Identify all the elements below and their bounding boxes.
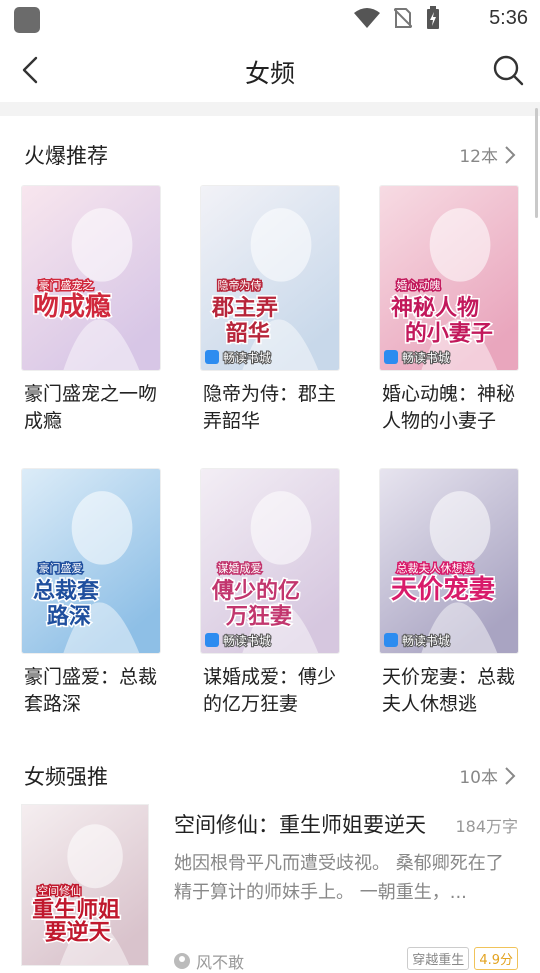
publisher-badge: 畅读书城 — [384, 350, 451, 366]
cover-art: 空间修仙重生师姐要逆天 — [22, 805, 148, 965]
more-count: 12本 — [459, 147, 498, 167]
publisher-badge: 畅读书城 — [205, 633, 272, 649]
cover-title: 万狂妻 — [225, 604, 292, 630]
no-sim-icon — [394, 8, 412, 28]
system-icons — [354, 6, 440, 30]
clock: 5:36 — [489, 7, 528, 29]
section-more-link[interactable]: 12本 — [459, 142, 516, 167]
score-tag: 4.9分 — [474, 947, 518, 970]
cover-subtitle: 总裁夫人休想逃 — [397, 561, 474, 575]
more-count: 10本 — [459, 768, 498, 788]
cover-subtitle: 谋婚成爱 — [218, 561, 262, 575]
nav-bar: 女频 — [0, 40, 540, 102]
cover-title: 郡主弄 — [211, 295, 278, 321]
book-title: 空间修仙：重生师姐要逆天 — [174, 813, 426, 837]
chevron-right-icon — [505, 145, 516, 164]
search-icon[interactable] — [490, 52, 526, 88]
book-cover[interactable]: 豪门盛爱总裁套 路深 — [22, 469, 160, 653]
cover-art: 隐帝为侍郡主弄韶华 畅读书城 — [201, 186, 339, 370]
cover-title: 神秘人物 — [391, 295, 479, 321]
section-more-link[interactable]: 10本 — [459, 763, 516, 788]
publisher-badge: 畅读书城 — [384, 633, 451, 649]
section-title: 火爆推荐 — [24, 144, 108, 168]
book-title: 豪门盛宠之一吻成瘾 — [24, 383, 158, 432]
cover-title: 要逆天 — [45, 919, 112, 945]
cover-title: 总裁套 — [33, 578, 99, 604]
svg-text:畅读书城: 畅读书城 — [223, 351, 271, 365]
cover-subtitle: 豪门盛爱 — [39, 561, 83, 575]
section-hot-header: 火爆推荐 12本 — [0, 136, 540, 176]
user-icon — [174, 953, 190, 969]
app-notification-icon — [14, 7, 40, 33]
wifi-icon — [354, 8, 380, 28]
cover-art: 婚心动魄神秘人物的小妻子 畅读书城 — [380, 186, 518, 370]
book-cover[interactable]: 婚心动魄神秘人物 的小妻子 畅读书城 — [380, 186, 518, 370]
book-title: 婚心动魄：神秘人物的小妻子 — [382, 383, 516, 432]
cover-title: 吻成瘾 — [33, 291, 111, 322]
cover-title: 的小妻子 — [405, 321, 493, 347]
section-divider — [0, 102, 540, 116]
section-strong-header: 女频强推 10本 — [0, 757, 540, 797]
word-count: 184万字 — [455, 817, 518, 836]
cover-art: 总裁夫人休想逃天价宠妻 畅读书城 — [380, 469, 518, 653]
book-title: 天价宠妻：总裁夫人休想逃 — [382, 666, 516, 715]
cover-title: 路深 — [47, 604, 91, 630]
cover-art: 谋婚成爱傅少的亿万狂妻 畅读书城 — [201, 469, 339, 653]
book-cover[interactable]: 空间修仙 重生师姐 要逆天 — [22, 805, 148, 965]
author-name: 风不敢 — [196, 953, 245, 972]
book-title: 隐帝为侍：郡主弄韶华 — [203, 383, 337, 432]
section-title: 女频强推 — [24, 765, 108, 789]
status-bar: 5:36 — [0, 0, 540, 40]
book-cover[interactable]: 谋婚成爱傅少的亿 万狂妻 畅读书城 — [201, 469, 339, 653]
book-description: 她因根骨平凡而遭受歧视。 桑郁卿死在了精于算计的师妹手上。 一朝重生，... — [174, 853, 504, 903]
svg-text:畅读书城: 畅读书城 — [402, 634, 450, 648]
book-title: 谋婚成爱：傅少的亿万狂妻 — [203, 666, 337, 715]
svg-text:畅读书城: 畅读书城 — [223, 634, 271, 648]
book-cover[interactable]: 总裁夫人休想逃 天价宠妻 畅读书城 — [380, 469, 518, 653]
cover-subtitle: 婚心动魄 — [397, 278, 441, 292]
publisher-badge: 畅读书城 — [205, 350, 272, 366]
featured-book[interactable]: 空间修仙 重生师姐 要逆天 空间修仙：重生师姐要逆天 184万字 她因根骨平凡而遭受… — [22, 805, 518, 972]
cover-title: 天价宠妻 — [391, 574, 495, 605]
cover-title: 韶华 — [226, 321, 270, 347]
page-title: 女频 — [244, 59, 295, 88]
cover-subtitle: 空间修仙 — [37, 884, 81, 898]
author: 风不敢 — [174, 949, 244, 973]
chevron-right-icon — [505, 766, 516, 785]
cover-title: 傅少的亿 — [211, 578, 300, 604]
tag-list: 穿越重生 4.9分 — [407, 947, 518, 970]
cover-subtitle: 隐帝为侍 — [218, 278, 262, 292]
book-cover[interactable]: 豪门盛宠之 吻成瘾 — [22, 186, 160, 370]
book-title: 豪门盛爱：总裁套路深 — [24, 666, 158, 715]
genre-tag: 穿越重生 — [407, 947, 470, 970]
svg-text:畅读书城: 畅读书城 — [402, 351, 450, 365]
cover-art: 豪门盛爱总裁套路深 — [22, 469, 160, 653]
battery-charging-icon — [427, 6, 439, 29]
cover-subtitle: 豪门盛宠之 — [39, 278, 94, 292]
book-cover[interactable]: 隐帝为侍郡主弄 韶华 畅读书城 — [201, 186, 339, 370]
cover-art: 豪门盛宠之吻成瘾 — [22, 186, 160, 370]
